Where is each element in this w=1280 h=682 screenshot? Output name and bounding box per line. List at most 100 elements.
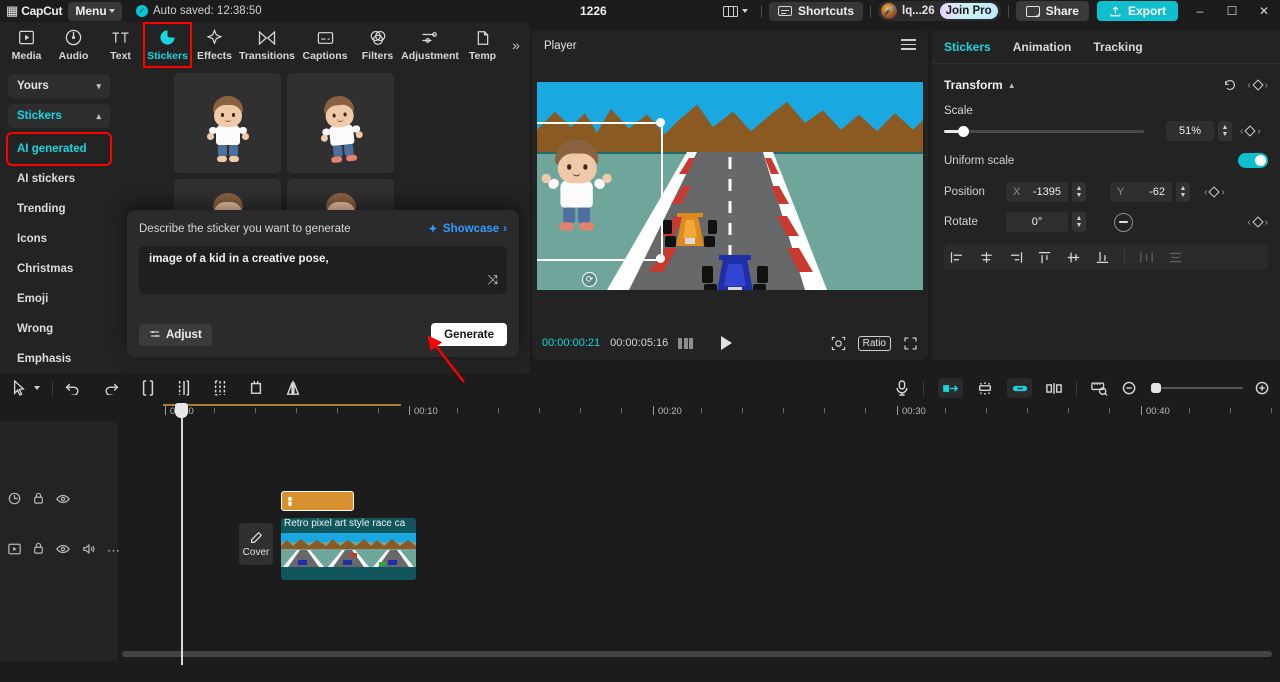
align-bottom-icon[interactable]	[1095, 251, 1110, 264]
crop-zoom-icon[interactable]	[831, 336, 846, 351]
position-x-field[interactable]: X -1395	[1006, 182, 1068, 202]
play-icon[interactable]	[721, 336, 733, 350]
clock-icon[interactable]	[8, 492, 21, 510]
more-tabs-button[interactable]: »	[506, 37, 526, 53]
keyframe-control-transform[interactable]: ‹ ›	[1247, 79, 1268, 91]
undo-icon[interactable]	[65, 381, 81, 395]
snap-left-icon[interactable]	[938, 378, 963, 398]
shuffle-icon[interactable]: ⤨	[488, 272, 498, 288]
position-x-stepper[interactable]: ▲ ▼	[1072, 182, 1086, 202]
sticker-clip[interactable]	[281, 491, 354, 511]
zoom-in-icon[interactable]	[1255, 381, 1270, 396]
player-menu-icon[interactable]	[901, 39, 916, 53]
kid-sticker-on-stage[interactable]	[541, 140, 612, 231]
player-stage[interactable]: ⟳	[537, 82, 923, 290]
share-button[interactable]: Share	[1015, 1, 1089, 21]
distribute-v-icon[interactable]	[1168, 251, 1183, 264]
preview-render-icon[interactable]	[1091, 381, 1108, 396]
rotate-dial[interactable]	[1114, 212, 1133, 232]
frames-icon[interactable]	[678, 337, 694, 349]
keyframe-icon[interactable]	[1046, 382, 1062, 395]
stickers-dropdown[interactable]: Stickers ▴	[8, 104, 110, 128]
tab-text[interactable]: Text	[97, 23, 144, 67]
playhead[interactable]	[175, 403, 188, 665]
cover-button[interactable]: Cover	[239, 523, 273, 565]
align-right-icon[interactable]	[1008, 251, 1023, 264]
category-icons[interactable]: Icons	[8, 224, 110, 254]
category-ai-generated[interactable]: AI generated	[6, 132, 112, 166]
tab-animation[interactable]: Animation	[1013, 40, 1072, 54]
close-button[interactable]: ✕	[1248, 0, 1280, 22]
tab-media[interactable]: Media	[3, 23, 50, 67]
reset-icon[interactable]	[1223, 78, 1237, 92]
selection-handle-top-right[interactable]	[656, 118, 665, 127]
lock-icon[interactable]	[33, 492, 44, 510]
join-pro-button[interactable]: Join Pro	[939, 3, 998, 19]
redo-icon[interactable]	[103, 381, 119, 395]
category-trending[interactable]: Trending	[8, 194, 110, 224]
tab-effects[interactable]: Effects	[191, 23, 238, 67]
export-button[interactable]: Export	[1096, 1, 1178, 21]
rotate-handle[interactable]: ⟳	[582, 272, 597, 287]
tab-captions[interactable]: Captions	[296, 23, 354, 67]
video-clip[interactable]: Retro pixel art style race ca	[281, 518, 416, 580]
scale-slider[interactable]	[944, 125, 1144, 137]
select-dropdown-icon[interactable]	[34, 386, 40, 390]
layout-switch-button[interactable]	[717, 5, 754, 17]
tab-audio[interactable]: Audio	[50, 23, 97, 67]
magnet-icon[interactable]	[977, 381, 993, 396]
tab-stickers-inspector[interactable]: Stickers	[944, 40, 991, 54]
lock-icon[interactable]	[33, 542, 44, 560]
generate-button[interactable]: Generate	[431, 323, 507, 346]
scale-slider-knob[interactable]	[958, 125, 969, 137]
position-y-stepper[interactable]: ▲ ▼	[1176, 182, 1190, 202]
keyframe-control-rotate[interactable]: ‹ ›	[1247, 216, 1268, 228]
tab-adjustment[interactable]: Adjustment	[401, 23, 459, 67]
minimize-button[interactable]: –	[1184, 0, 1216, 22]
crop-icon[interactable]	[249, 380, 263, 396]
category-christmas[interactable]: Christmas	[8, 254, 110, 284]
maximize-button[interactable]: ☐	[1216, 0, 1248, 22]
zoom-out-icon[interactable]	[1122, 381, 1137, 396]
scale-value[interactable]: 51%	[1166, 121, 1214, 141]
microphone-icon[interactable]	[895, 380, 909, 396]
timeline-tracks[interactable]: Retro pixel art style race ca Cover	[118, 421, 1280, 661]
split-icon[interactable]	[141, 380, 155, 396]
category-emphasis[interactable]: Emphasis	[8, 344, 110, 374]
distribute-h-icon[interactable]	[1139, 251, 1154, 264]
adjust-button[interactable]: Adjust	[139, 323, 212, 346]
timeline-zoom-knob[interactable]	[1151, 382, 1161, 393]
keyframe-control-position[interactable]: ‹ ›	[1204, 186, 1225, 198]
video-track-icon[interactable]	[8, 542, 21, 560]
trim-left-icon[interactable]	[177, 380, 191, 396]
uniform-scale-toggle[interactable]	[1238, 153, 1268, 168]
mirror-icon[interactable]	[285, 380, 301, 396]
tab-transitions[interactable]: Transitions	[238, 23, 296, 67]
eye-icon[interactable]	[56, 542, 70, 560]
volume-icon[interactable]	[82, 542, 95, 560]
tab-stickers[interactable]: Stickers	[143, 22, 192, 68]
yours-dropdown[interactable]: Yours ▾	[8, 74, 110, 98]
keyframe-control-scale[interactable]: ‹ ›	[1240, 125, 1261, 137]
category-wrong[interactable]: Wrong	[8, 314, 110, 344]
chevron-up-icon[interactable]: ▲	[1008, 81, 1016, 90]
sticker-thumbnail[interactable]	[174, 73, 281, 173]
rotate-value[interactable]: 0°	[1006, 212, 1068, 232]
sticker-thumbnail[interactable]	[287, 73, 394, 173]
scale-stepper[interactable]: ▲ ▼	[1218, 121, 1232, 141]
account-button[interactable]: 🎤 lq...26 Join Pro	[878, 1, 1001, 21]
selection-handle-bottom-right[interactable]	[656, 254, 665, 263]
shortcuts-button[interactable]: Shortcuts	[768, 1, 863, 21]
align-center-h-icon[interactable]	[979, 251, 994, 264]
category-ai-stickers[interactable]: AI stickers	[8, 164, 110, 194]
align-center-v-icon[interactable]	[1066, 251, 1081, 264]
ratio-button[interactable]: Ratio	[857, 335, 891, 351]
timeline-ruler[interactable]: 00:00 00:10 00:20 00:30 00:40	[0, 403, 1280, 421]
category-emoji[interactable]: Emoji	[8, 284, 110, 314]
tab-filters[interactable]: Filters	[354, 23, 401, 67]
rotate-stepper[interactable]: ▲ ▼	[1072, 212, 1086, 232]
link-icon[interactable]	[1007, 378, 1032, 398]
select-tool-icon[interactable]	[12, 380, 26, 396]
align-top-icon[interactable]	[1037, 251, 1052, 264]
timeline-horizontal-scrollbar[interactable]	[122, 651, 1272, 657]
